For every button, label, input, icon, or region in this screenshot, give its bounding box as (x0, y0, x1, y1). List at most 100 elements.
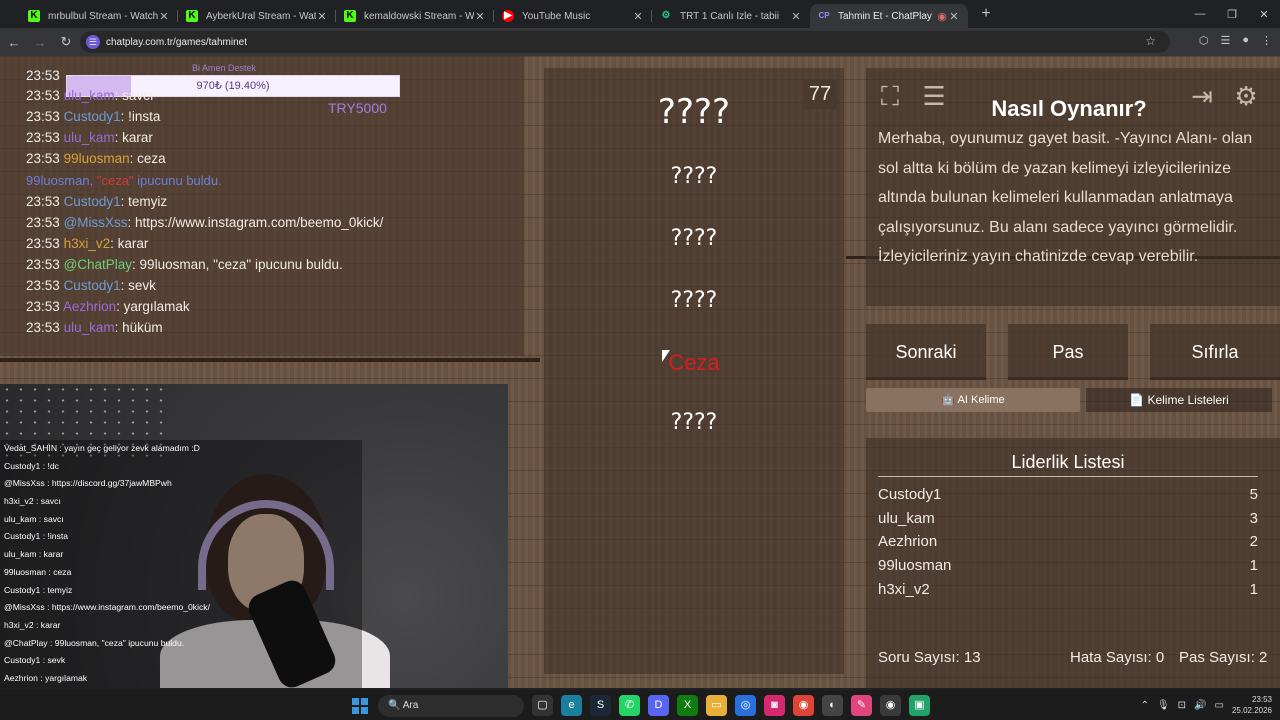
task-view-icon[interactable]: ▢ (532, 695, 553, 716)
tab-kemaldowski[interactable]: K kemaldowski Stream - Watch Li ✕ (336, 4, 494, 28)
reload-icon[interactable]: ↻ (54, 34, 78, 50)
chat-text: : karar (114, 130, 153, 145)
cam-chat-message: Custody1 : temyiz (0, 581, 362, 600)
close-tab-icon[interactable]: ✕ (316, 10, 328, 23)
cam-chat-message: ulu_kam : karar (0, 546, 362, 564)
tab-ayberkural[interactable]: K AyberkUral Stream - Watch Live ✕ (178, 4, 336, 28)
bookmark-star-icon[interactable]: ☆ (1145, 34, 1156, 48)
recording-icon: ◉ (937, 10, 947, 23)
forward-icon[interactable]: → (28, 35, 52, 50)
tab-youtube-music[interactable]: ▶ YouTube Music ✕ (494, 4, 652, 28)
cam-chat-message: Custody1 : sevk (0, 652, 362, 670)
windows-start-icon[interactable] (352, 698, 368, 714)
reading-list-icon[interactable]: ☰ (1220, 34, 1230, 47)
close-window-icon[interactable]: ✕ (1248, 8, 1280, 21)
hidden-word: ???? (670, 164, 718, 189)
whatsapp-icon[interactable]: ✆ (619, 695, 640, 716)
cam-chat-message: @ChatPlay : 99luosman, "ceza" ipucunu bu… (0, 634, 362, 653)
leaderboard-row: 99luosman 1 (878, 557, 1258, 574)
close-tab-icon[interactable]: ✕ (632, 10, 644, 23)
chat-time: 23:53 (26, 68, 60, 83)
chat-username: Custody1 (63, 278, 121, 293)
close-tab-icon[interactable]: ✕ (158, 10, 170, 23)
player-score: 1 (1249, 557, 1258, 575)
close-tab-icon[interactable]: ✕ (790, 10, 802, 23)
kick-icon: K (186, 10, 198, 22)
leaderboard-row: ulu_kam 3 (878, 510, 1258, 527)
chat-text: : sevk (120, 278, 156, 293)
obs-icon[interactable]: ◐ (822, 695, 843, 716)
chat-message: 23:53 ulu_kam: hüküm (26, 320, 163, 335)
chrome-icon[interactable]: ◉ (793, 695, 814, 716)
profile-icon[interactable]: ● (1242, 34, 1249, 47)
file-explorer-icon[interactable]: ▭ (706, 695, 727, 716)
player-name: ulu_kam (878, 509, 935, 527)
cam-chat-text: @MissXss : https://www.instagram.com/bee… (4, 602, 210, 613)
chat-time: 23:53 (26, 236, 60, 251)
volume-icon[interactable]: 🔊 (1194, 700, 1206, 711)
system-message: 99luosman, "ceza" ipucunu buldu. (26, 173, 222, 188)
tab-chatplay[interactable]: CP Tahmin Et - ChatPlay ◉ ✕ (810, 4, 968, 28)
cam-chat-message: @MissXss : https://discord.gg/37jawMBPwh (0, 475, 362, 494)
pass-button[interactable]: Pas (1008, 324, 1128, 380)
chat-message: 23:53 ulu_kam: savcı (26, 88, 154, 103)
hidden-word: ???? (670, 226, 718, 251)
next-button[interactable]: Sonraki (866, 324, 986, 380)
cam-chat-message: Custody1 : !dc (0, 457, 362, 476)
mouse-cursor-icon (662, 350, 670, 362)
tab-trt1[interactable]: ⚙ TRT 1 Canlı İzle - tabii ✕ (652, 4, 810, 28)
chat-username: 99luosman (63, 151, 130, 166)
chat-time: 23:53 (26, 257, 60, 272)
pass-count: Pas Sayısı: 2 (1179, 649, 1268, 666)
close-tab-icon[interactable]: ✕ (474, 10, 486, 23)
question-count: Soru Sayısı: 13 (878, 649, 981, 666)
how-to-play-panel: ⛶ ☰ Nasıl Oynanır? ⇥ ⚙ Merhaba, oyunumuz… (866, 68, 1280, 306)
donation-code: TRY5000 (328, 100, 387, 116)
cam-chat-text: h3xi_v2 : savcı (4, 496, 61, 507)
taskbar-search[interactable]: 🔍 Ara (378, 695, 524, 717)
site-info-icon[interactable]: ☰ (86, 35, 100, 49)
steam-icon[interactable]: S (590, 695, 611, 716)
battery-icon[interactable]: ▭ (1215, 700, 1224, 711)
chrome-active-icon[interactable]: ◉ (880, 695, 901, 716)
gear-icon[interactable]: ⚙ (1230, 80, 1262, 112)
menu-icon[interactable]: ⋮ (1261, 34, 1272, 47)
leaderboard-row: h3xi_v2 1 (878, 581, 1258, 598)
edge-icon[interactable]: e (561, 695, 582, 716)
url-field[interactable]: ☰ chatplay.com.tr/games/tahminet ☆ (80, 31, 1170, 53)
donation-title: Bi Amen Destek (192, 63, 257, 73)
vpn-icon[interactable]: ◎ (735, 695, 756, 716)
reset-button[interactable]: Sıfırla (1150, 324, 1280, 380)
chat-time: 23:53 (26, 215, 60, 230)
tab-word-lists[interactable]: 📄 Kelime Listeleri (1086, 388, 1272, 412)
chat-text: : savcı (114, 88, 154, 103)
webcam-feed: Vedat_SAHIN : yayın geç geliyor zevk ala… (0, 384, 508, 688)
chat-message: 23:53 ulu_kam: karar (26, 130, 153, 145)
app-icon[interactable]: ▣ (909, 695, 930, 716)
system-word: "ceza" (96, 173, 134, 188)
player-name: h3xi_v2 (878, 580, 930, 598)
maximize-icon[interactable]: ❐ (1216, 8, 1248, 21)
paint-icon[interactable]: ✎ (851, 695, 872, 716)
back-icon[interactable]: ← (2, 35, 26, 50)
xbox-icon[interactable]: X (677, 695, 698, 716)
chat-time: 23:53 (26, 88, 60, 103)
tray-chevron-icon[interactable]: ⌃ (1141, 700, 1149, 711)
exit-icon[interactable]: ⇥ (1186, 80, 1218, 112)
mic-tray-icon[interactable]: 🎙 (1157, 700, 1170, 711)
clock[interactable]: 23:53 25.02.2026 (1232, 694, 1272, 716)
network-icon[interactable]: ⊡ (1178, 700, 1186, 711)
minimize-icon[interactable]: — (1184, 8, 1216, 20)
player-score: 1 (1249, 580, 1258, 598)
tab-mrbulbul[interactable]: K mrbulbul Stream - Watch Live o ✕ (20, 4, 178, 28)
discord-icon[interactable]: D (648, 695, 669, 716)
cam-chat-text: Custody1 : !insta (4, 531, 69, 542)
taskbar-search-label: Ara (402, 700, 419, 711)
extensions-icon[interactable]: ⬡ (1199, 34, 1209, 47)
close-tab-icon[interactable]: ✕ (948, 10, 960, 23)
tab-ai-word[interactable]: 🤖 AI Kelime (866, 388, 1080, 412)
cam-chat-message: h3xi_v2 : karar (0, 616, 362, 635)
new-tab-button[interactable]: + (974, 5, 998, 23)
instagram-icon[interactable]: ◙ (764, 695, 785, 716)
cam-chat-text: Vedat_SAHIN : yayın geç geliyor zevk ala… (4, 443, 200, 453)
